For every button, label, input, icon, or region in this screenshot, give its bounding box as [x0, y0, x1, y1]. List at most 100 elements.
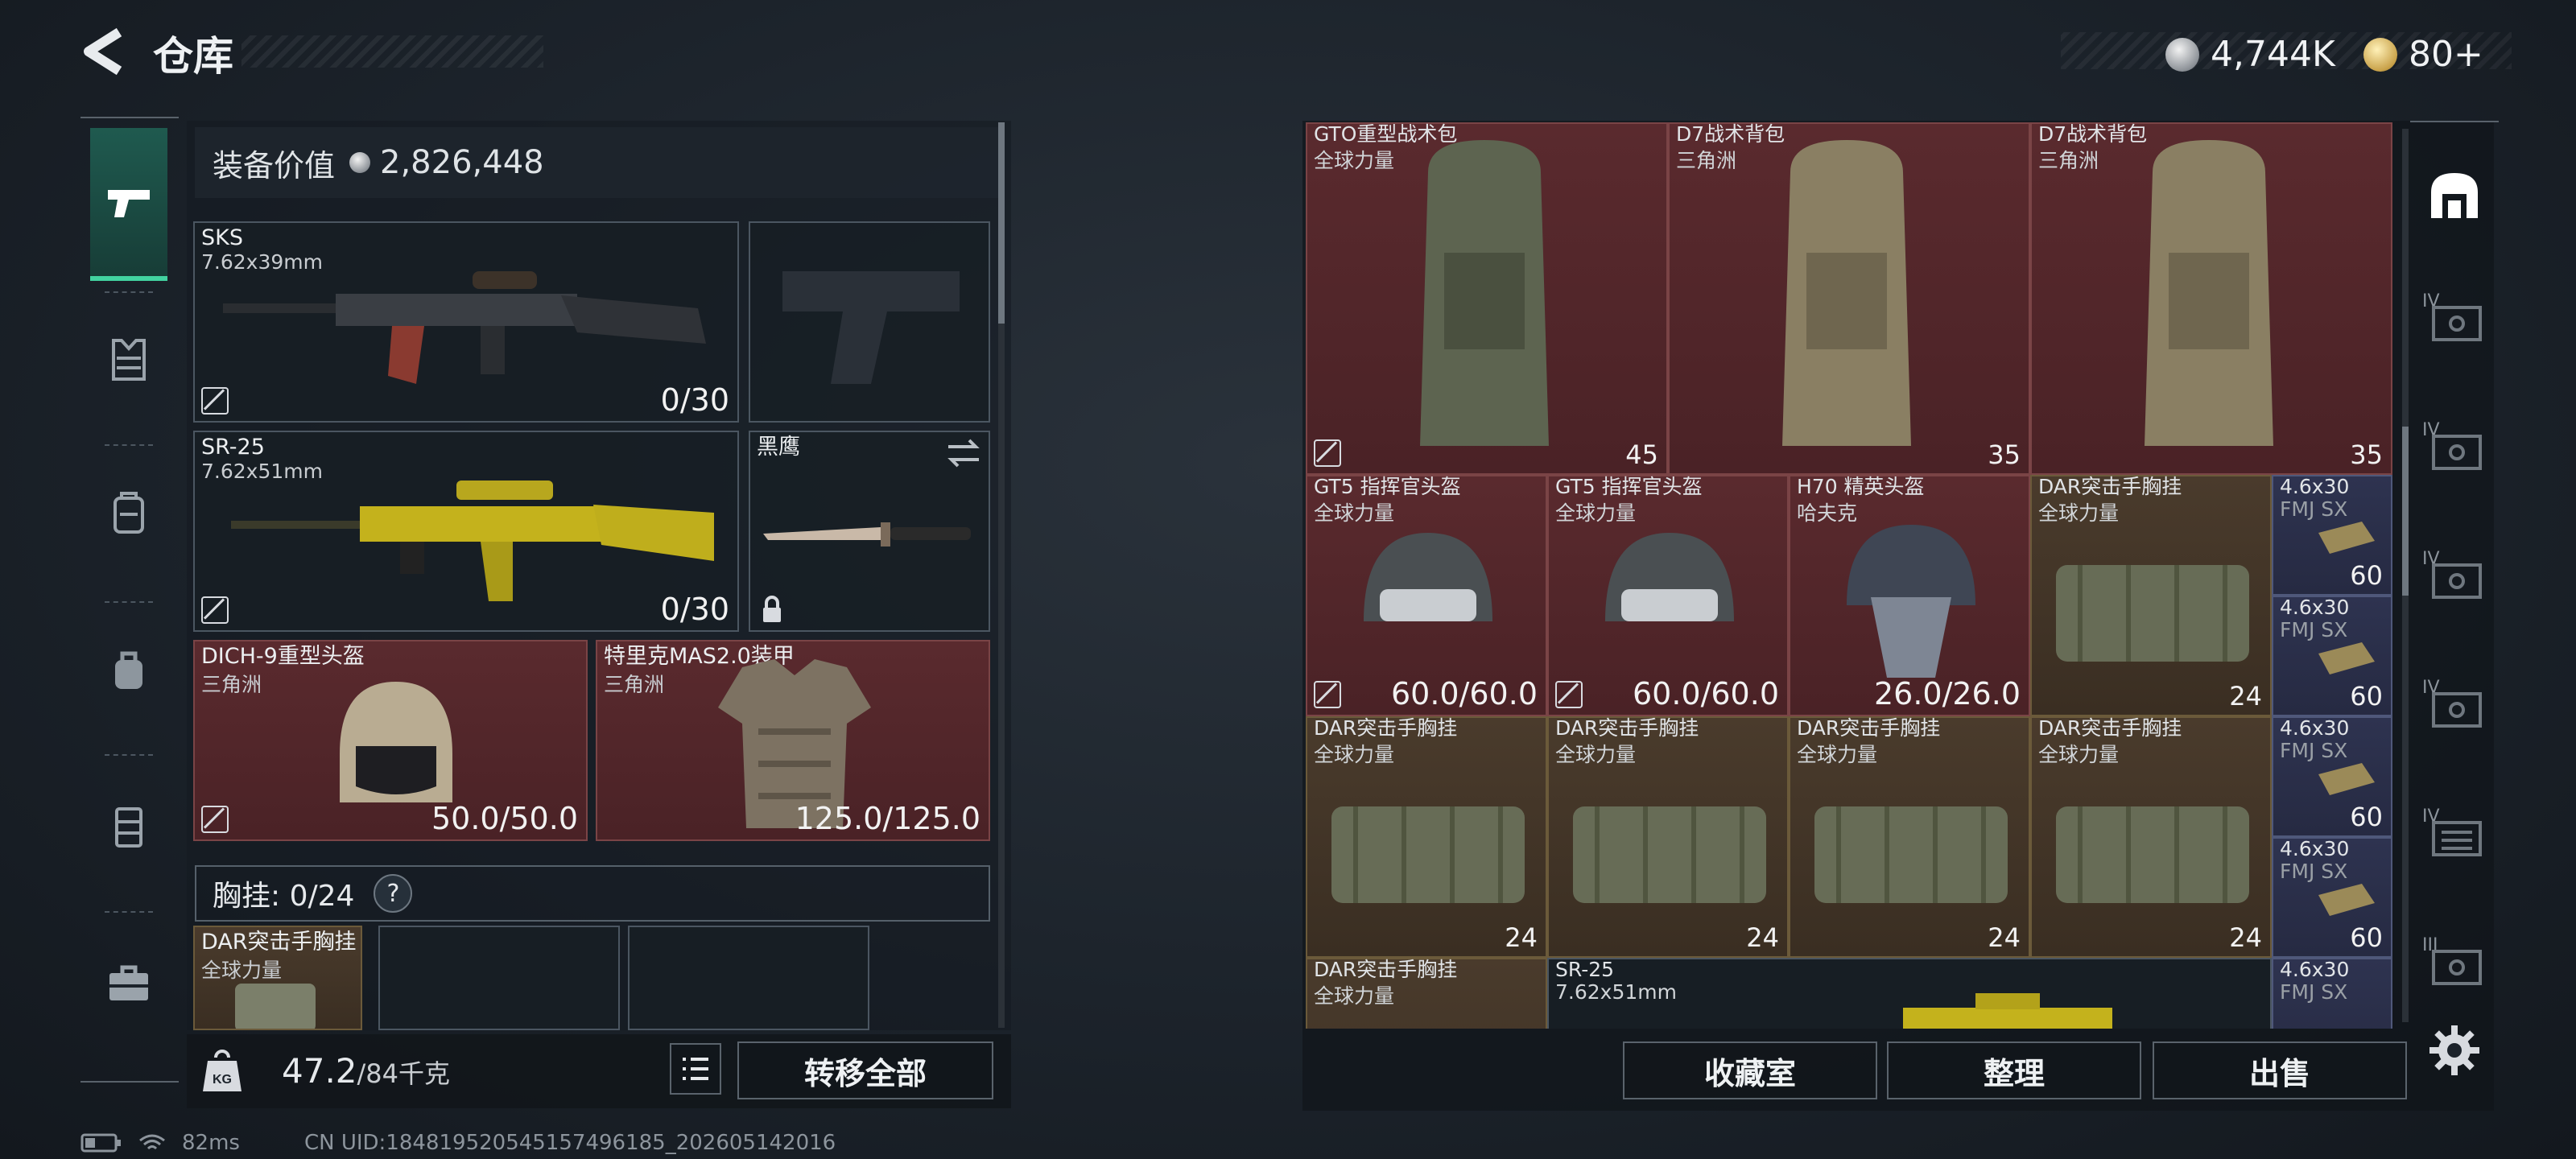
storage-item[interactable]: H70 精英头盔 哈夫克 26.0/26.0 — [1789, 475, 2030, 716]
tab-bag[interactable] — [90, 597, 167, 742]
collection-room-button[interactable]: 收藏室 — [1623, 1041, 1877, 1099]
ammo-item[interactable]: 4.6x30 FMJ SX — [2272, 958, 2392, 1029]
storage-item[interactable]: DAR突击手胸挂 全球力量 24 — [2030, 716, 2272, 958]
melee-slot[interactable]: 黑鹰 — [749, 431, 990, 632]
sell-button[interactable]: 出售 — [2153, 1041, 2407, 1099]
empty-slot[interactable] — [628, 926, 869, 1030]
title-stripe-decoration — [242, 35, 543, 68]
empty-slot[interactable] — [378, 926, 620, 1030]
not-insured-icon — [201, 596, 229, 624]
ammo-count: 0/30 — [660, 382, 729, 418]
help-button[interactable]: ? — [374, 874, 413, 913]
weight-readout: 47.2/84千克 — [282, 1051, 450, 1091]
item-region: 全球力量 — [1797, 743, 1878, 766]
storage-item[interactable]: DAR突击手胸挂 全球力量 24 — [1789, 716, 2030, 958]
capacity: 24 — [1505, 922, 1538, 953]
tab-backpack[interactable] — [90, 440, 167, 585]
battery-icon — [80, 1133, 121, 1153]
currency-silver[interactable]: 4,744K — [2165, 34, 2335, 75]
tab-expansion-4[interactable]: IV — [2410, 658, 2499, 754]
item-name: H70 精英头盔 — [1797, 475, 1925, 498]
tab-expansion-6[interactable]: III — [2410, 915, 2499, 1012]
ammo-item[interactable]: 4.6x30 FMJ SX 60 — [2272, 475, 2392, 596]
storage-item[interactable]: D7战术背包 三角洲 35 — [1668, 122, 2030, 475]
tab-expansion-2[interactable]: IV — [2410, 400, 2499, 497]
storage-item[interactable]: GT5 指挥官头盔 全球力量 60.0/60.0 — [1306, 475, 1547, 716]
storage-item[interactable]: DAR突击手胸挂 全球力量 24 — [1547, 716, 1789, 958]
chest-rig-item-icon — [1331, 806, 1525, 903]
briefcase-icon — [109, 965, 148, 1000]
item-name: SR-25 — [201, 435, 265, 460]
item-region: 三角洲 — [1676, 149, 1737, 172]
chest-rig-capacity: 胸挂: 0/24 — [213, 880, 355, 913]
storage-scrollbar[interactable] — [2402, 129, 2409, 1022]
tab-chest-rig[interactable] — [90, 754, 167, 899]
chest-rig-icon — [115, 807, 142, 848]
quantity: 60 — [2350, 560, 2383, 591]
ammo-item[interactable]: 4.6x30 FMJ SX 60 — [2272, 596, 2392, 716]
tab-expansion-5[interactable]: IV — [2410, 786, 2499, 883]
quantity: 60 — [2350, 802, 2383, 832]
item-region: 三角洲 — [2038, 149, 2099, 172]
weight-icon: KG — [200, 1046, 245, 1095]
item-name: DAR突击手胸挂 — [2038, 716, 2182, 740]
chest-rig-item-icon — [235, 984, 316, 1029]
storage-item[interactable]: DAR突击手胸挂 全球力量 — [1306, 958, 1547, 1029]
ammo-item[interactable]: 4.6x30 FMJ SX 60 — [2272, 716, 2392, 837]
item-name: SKS — [201, 225, 243, 250]
storage-item[interactable]: DAR突击手胸挂 全球力量 24 — [2030, 475, 2272, 716]
swap-icon[interactable] — [945, 437, 982, 469]
organize-button[interactable]: 整理 — [1887, 1041, 2141, 1099]
tab-expansion-3[interactable]: IV — [2410, 529, 2499, 625]
settings-button[interactable] — [2428, 1024, 2481, 1077]
bag-icon — [115, 651, 142, 689]
tab-expansion-1[interactable]: IV — [2410, 271, 2499, 368]
storage-item[interactable]: D7战术背包 三角洲 35 — [2030, 122, 2392, 475]
item-region: 全球力量 — [1314, 149, 1395, 172]
vest-icon — [112, 339, 146, 381]
equipment-value-bar: 装备价值 2,826,448 — [195, 127, 1000, 198]
back-arrow-icon — [84, 27, 122, 76]
storage-grid: GTO重型战术包 全球力量 45 D7战术背包 三角洲 35 D7战术背包 三角… — [1306, 122, 2392, 1029]
storage-item[interactable]: GT5 指挥官头盔 全球力量 60.0/60.0 — [1547, 475, 1789, 716]
pistol-slot[interactable] — [749, 221, 990, 423]
loadout-scrollbar[interactable] — [998, 122, 1005, 1028]
tab-weapons[interactable] — [90, 128, 167, 281]
list-icon — [683, 1058, 708, 1080]
equipment-value-amount: 2,826,448 — [380, 144, 544, 181]
item-name: DAR突击手胸挂 — [2038, 475, 2182, 498]
transfer-all-button[interactable]: 转移全部 — [737, 1041, 993, 1099]
ammo-box-icon — [2318, 642, 2375, 674]
category-sidebar — [80, 117, 179, 1083]
storage-pages-sidebar: IV IV IV IV IV III — [2410, 121, 2499, 1054]
chest-rig-slot[interactable]: DAR突击手胸挂 全球力量 — [193, 926, 362, 1030]
tab-main-storage[interactable] — [2410, 155, 2499, 235]
back-button[interactable] — [77, 27, 134, 76]
item-name: GT5 指挥官头盔 — [1314, 475, 1461, 498]
item-name: DAR突击手胸挂 — [1314, 958, 1458, 981]
tab-armor[interactable] — [90, 287, 167, 432]
ping-value: 82ms — [182, 1131, 240, 1155]
ammo-item[interactable]: 4.6x30 FMJ SX 60 — [2272, 837, 2392, 958]
chest-rig-item-icon — [2056, 806, 2249, 903]
secondary-weapon-slot[interactable]: SR-25 7.62x51mm 0/30 — [193, 431, 739, 632]
chest-rig-item-icon — [1814, 806, 2008, 903]
capacity: 45 — [1625, 439, 1658, 470]
capacity: 24 — [2229, 922, 2262, 953]
storage-item[interactable]: GTO重型战术包 全球力量 45 — [1306, 122, 1668, 475]
helmet-slot[interactable]: DICH-9重型头盔 三角洲 50.0/50.0 — [193, 640, 588, 841]
storage-item[interactable]: SR-25 7.62x51mm — [1547, 958, 2272, 1029]
storage-item[interactable]: DAR突击手胸挂 全球力量 24 — [1306, 716, 1547, 958]
currency-gold[interactable]: 80+ — [2363, 34, 2483, 75]
capacity: 35 — [1988, 439, 2021, 470]
status-footer: 82ms CN UID:18481952054515749618​5_20260… — [80, 1131, 836, 1155]
sks-rifle-icon — [223, 271, 706, 384]
list-view-button[interactable] — [670, 1043, 721, 1095]
storage-home-icon — [2431, 173, 2478, 218]
ammo-count: 0/30 — [660, 592, 729, 627]
weight-max: /84千克 — [357, 1058, 451, 1089]
armor-slot[interactable]: 特里克MAS2.0装甲 三角洲 125.0/125.0 — [596, 640, 990, 841]
tab-safebox[interactable] — [90, 911, 167, 1056]
primary-weapon-slot[interactable]: SKS 7.62x39mm 0/30 — [193, 221, 739, 423]
not-insured-icon — [1314, 681, 1341, 708]
